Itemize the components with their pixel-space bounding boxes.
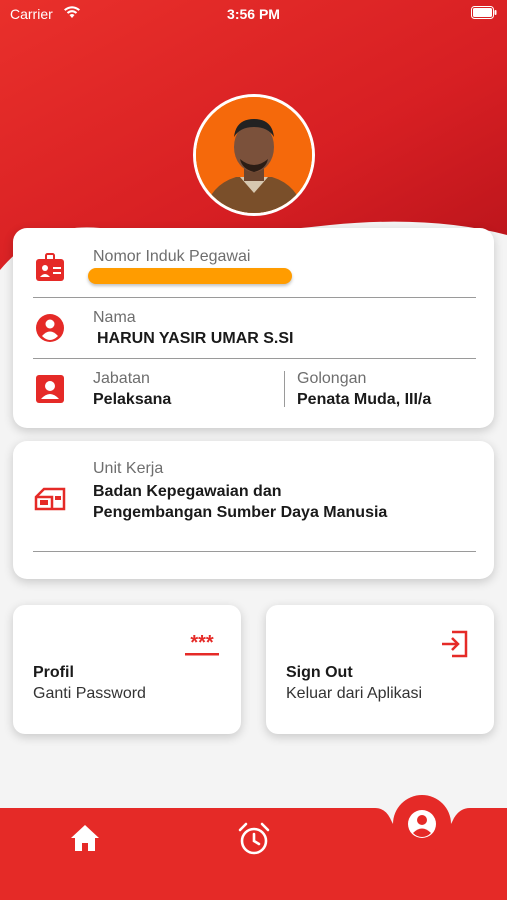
- column-separator: [284, 371, 285, 407]
- home-icon[interactable]: [67, 820, 103, 856]
- golongan-value: Penata Muda, III/a: [297, 391, 432, 408]
- profile-nav-button[interactable]: [393, 795, 451, 853]
- portrait-icon: [36, 375, 64, 403]
- profil-button[interactable]: *** Profil Ganti Password: [13, 605, 241, 734]
- sign-out-subtitle: Keluar dari Aplikasi: [286, 685, 423, 702]
- profile-card: Nomor Induk Pegawai Nama HARUN YASIR UMA…: [13, 228, 494, 428]
- divider: [33, 358, 476, 359]
- golongan-label: Golongan: [297, 370, 367, 387]
- user-icon: [36, 314, 64, 342]
- jabatan-label: Jabatan: [93, 370, 150, 387]
- battery-icon: [471, 6, 497, 19]
- sign-out-icon: [442, 630, 468, 658]
- unit-value: Badan Kepegawaian dan Pengembangan Sumbe…: [93, 483, 388, 521]
- profil-subtitle: Ganti Password: [33, 685, 146, 702]
- sign-out-title: Sign Out: [286, 664, 353, 681]
- sign-out-button[interactable]: Sign Out Keluar dari Aplikasi: [266, 605, 494, 734]
- unit-card: Unit Kerja Badan Kepegawaian dan Pengemb…: [13, 441, 494, 579]
- nip-value-redacted: [88, 268, 292, 284]
- profil-title: Profil: [33, 664, 74, 681]
- status-time: 3:56 PM: [227, 6, 280, 22]
- jabatan-value: Pelaksana: [93, 391, 172, 408]
- unit-label: Unit Kerja: [93, 460, 164, 477]
- avatar: [193, 94, 315, 216]
- status-bar: Carrier 3:56 PM: [0, 0, 507, 28]
- profile-icon: [408, 810, 436, 838]
- avatar-photo: [196, 97, 312, 213]
- password-icon: ***: [185, 635, 219, 656]
- svg-text:***: ***: [190, 635, 214, 654]
- nama-value: HARUN YASIR UMAR S.SI: [97, 330, 294, 347]
- divider: [33, 297, 476, 298]
- office-icon: [34, 487, 66, 511]
- nip-label: Nomor Induk Pegawai: [93, 248, 251, 265]
- alarm-clock-icon[interactable]: [235, 820, 273, 858]
- id-card-icon: [36, 253, 64, 281]
- nama-label: Nama: [93, 309, 136, 326]
- divider: [33, 551, 476, 552]
